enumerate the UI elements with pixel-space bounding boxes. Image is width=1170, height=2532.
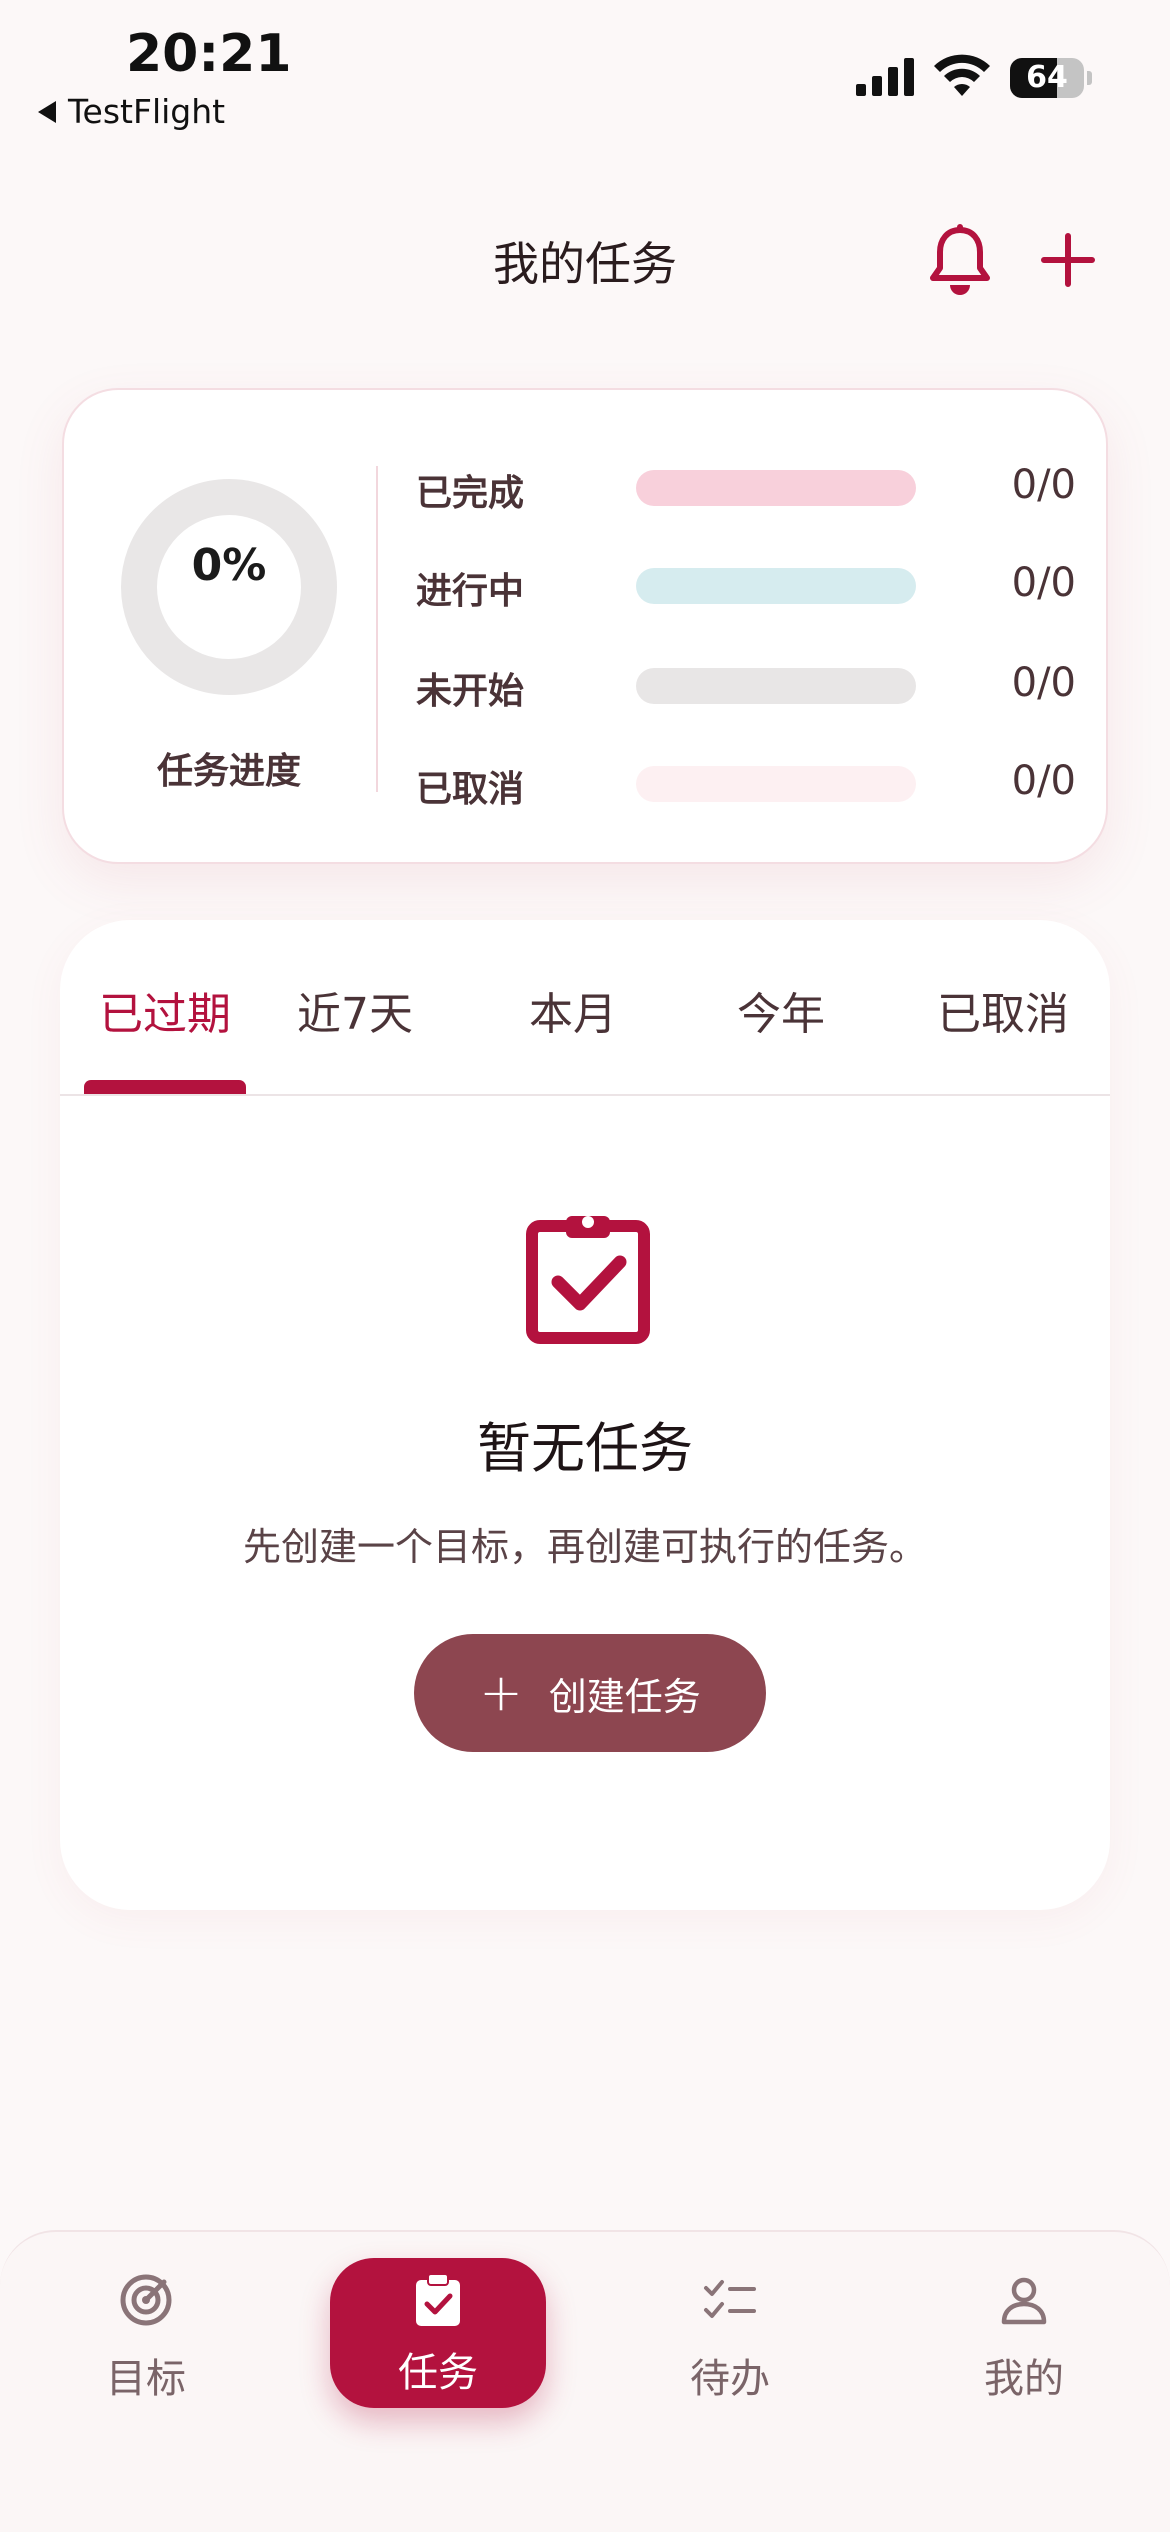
nav-label: 任务 [398,2350,478,2396]
stat-bar [636,470,916,506]
back-app-label: TestFlight [68,92,226,131]
stat-label: 已取消 [416,769,525,810]
nav-label: 我的 [984,2356,1064,2402]
stat-bar [636,766,916,802]
tab-this-year[interactable]: 今年 [700,978,862,1040]
stat-label: 已完成 [416,473,525,514]
nav-item-goals[interactable]: 目标 [46,2272,246,2432]
nav-item-todo[interactable]: 待办 [630,2272,830,2432]
tab-this-month[interactable]: 本月 [492,978,654,1040]
nav-label: 待办 [690,2356,770,2402]
stat-row-not-started: 未开始 0/0 [416,654,1076,714]
stat-bar [636,668,916,704]
nav-item-profile[interactable]: 我的 [924,2272,1124,2432]
create-task-button[interactable]: + 创建任务 [414,1634,766,1752]
stat-label: 未开始 [416,671,525,712]
task-list-card: 已过期 近7天 本月 今年 已取消 暂无任务 先创建一个目标，再创建可执行的任务… [60,920,1110,1910]
plus-icon: + [479,1663,523,1723]
progress-percent: 0% [191,540,267,591]
stat-value: 0/0 [1011,660,1076,706]
stat-row-completed: 已完成 0/0 [416,456,1076,516]
tab-cancelled[interactable]: 已取消 [918,978,1088,1040]
cellular-signal-icon [856,58,914,96]
stat-value: 0/0 [1011,560,1076,606]
add-task-button[interactable] [1040,232,1096,288]
battery-indicator: 64 [1010,58,1092,98]
progress-caption: 任务进度 [156,751,301,792]
tab-overdue[interactable]: 已过期 [84,978,246,1040]
checklist-icon [704,2280,756,2318]
task-progress-card: 0% 任务进度 已完成 0/0 进行中 0/0 未开始 0/0 已取消 0/0 [62,388,1108,864]
target-icon [120,2274,172,2326]
nav-label: 目标 [106,2356,186,2402]
tab-next-7-days[interactable]: 近7天 [274,978,436,1040]
stat-bar [636,568,916,604]
empty-state-title: 暂无任务 [477,1417,693,1480]
create-task-label: 创建任务 [548,1674,701,1719]
bottom-navigation: 目标 任务 待办 我的 [0,2230,1170,2532]
stat-value: 0/0 [1011,462,1076,508]
stat-label: 进行中 [416,571,525,612]
page-title: 我的任务 [493,237,677,291]
wifi-icon [934,54,990,96]
active-tab-indicator [84,1080,246,1094]
empty-state-description: 先创建一个目标，再创建可执行的任务。 [242,1525,927,1569]
back-to-testflight[interactable]: TestFlight [38,92,225,131]
back-arrow-icon [38,100,56,123]
nav-item-tasks[interactable]: 任务 [330,2258,546,2408]
stat-value: 0/0 [1011,758,1076,804]
battery-level: 64 [1026,60,1068,95]
bell-icon[interactable] [928,224,992,296]
stat-row-in-progress: 进行中 0/0 [416,554,1076,614]
clipboard-check-icon [416,2273,460,2326]
clipboard-check-icon [526,1216,650,1344]
card-divider [376,466,378,792]
user-icon [1001,2277,1047,2325]
tabs-divider [60,1094,1110,1096]
stat-row-cancelled: 已取消 0/0 [416,752,1076,812]
status-time: 20:21 [126,24,292,84]
